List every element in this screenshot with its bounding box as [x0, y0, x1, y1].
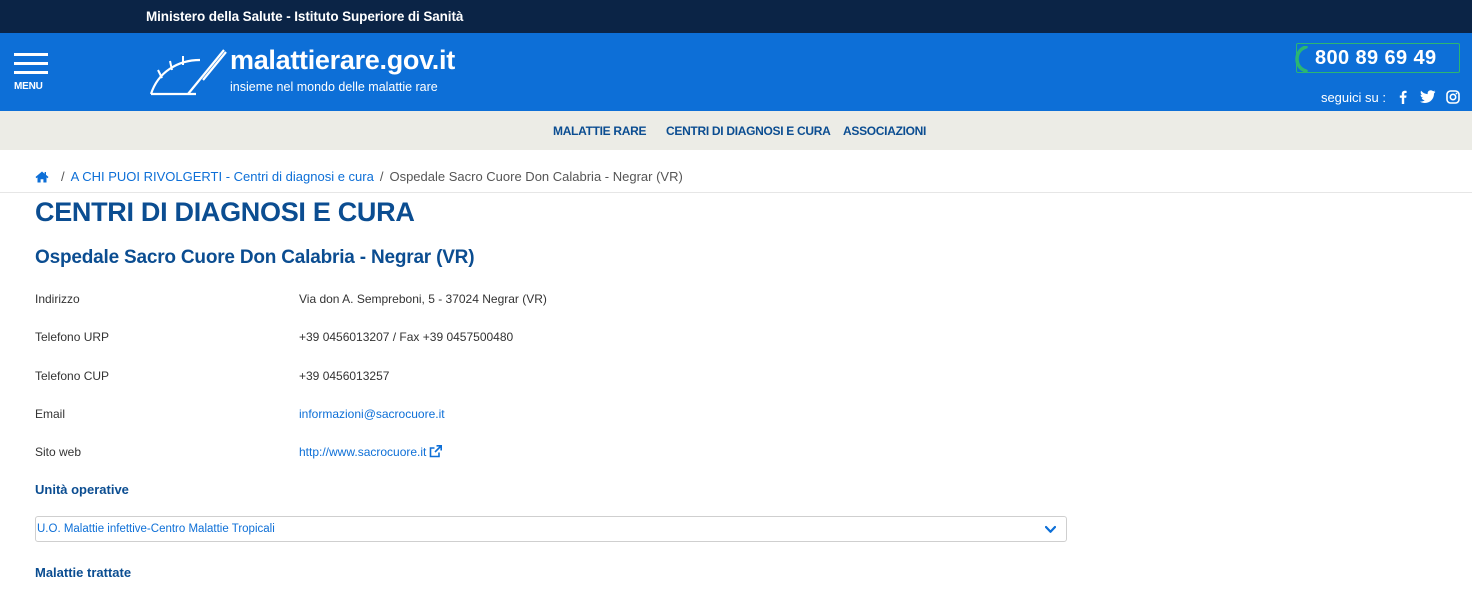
ministry-bar: Ministero della Salute - Istituto Superi…	[0, 0, 1472, 33]
email-label: Email	[35, 407, 66, 421]
logo-subtitle: insieme nel mondo delle malattie rare	[230, 80, 438, 94]
hamburger-line	[14, 62, 48, 65]
email-link[interactable]: informazioni@sacrocuore.it	[299, 407, 445, 421]
hamburger-line	[14, 71, 48, 74]
site-logo[interactable]: malattierare.gov.it insieme nel mondo de…	[148, 44, 468, 100]
menu-button[interactable]: MENU	[14, 51, 50, 95]
breadcrumb-separator: /	[61, 169, 65, 184]
page-title: CENTRI DI DIAGNOSI E CURA	[35, 197, 415, 227]
divider	[0, 192, 1472, 193]
main-nav: MALATTIE RARE CENTRI DI DIAGNOSI E CURA …	[0, 111, 1472, 150]
urp-phone-label: Telefono URP	[35, 330, 110, 344]
cup-phone-value: +39 0456013257	[299, 369, 390, 383]
follow-label: seguici su :	[1320, 89, 1386, 105]
units-heading: Unità operative	[35, 482, 129, 497]
center-name: Ospedale Sacro Cuore Don Calabria - Negr…	[35, 247, 475, 268]
external-link-icon	[430, 445, 443, 458]
breadcrumb-separator: /	[379, 169, 384, 184]
menu-label: MENU	[14, 81, 43, 92]
nav-item-malattie-rare[interactable]: MALATTIE RARE	[553, 124, 647, 138]
instagram-icon[interactable]	[1446, 90, 1460, 104]
breadcrumb-link[interactable]: A CHI PUOI RIVOLGERTI - Centri di diagno…	[71, 169, 374, 184]
website-row[interactable]: http://www.sacrocuore.it	[299, 445, 443, 459]
breadcrumb: / A CHI PUOI RIVOLGERTI - Centri di diag…	[35, 169, 683, 184]
website-link[interactable]: http://www.sacrocuore.it	[299, 445, 426, 459]
logo-title: malattierare.gov.it	[230, 45, 455, 75]
toll-free-phone[interactable]: 800 89 69 49	[1295, 43, 1460, 73]
address-label: Indirizzo	[35, 292, 80, 306]
diseases-heading: Malattie trattate	[35, 565, 132, 580]
cup-phone-label: Telefono CUP	[35, 369, 110, 383]
ministry-text: Ministero della Salute - Istituto Superi…	[146, 9, 464, 24]
twitter-icon[interactable]	[1420, 90, 1436, 104]
site-header: MENU malattierare.gov.it insieme nel mon…	[0, 33, 1472, 111]
urp-phone-value: +39 0456013207 / Fax +39 0457500480	[299, 330, 514, 344]
website-label: Sito web	[35, 445, 82, 459]
breadcrumb-current: Ospedale Sacro Cuore Don Calabria - Negr…	[389, 169, 683, 184]
facebook-icon[interactable]	[1396, 90, 1410, 104]
chevron-down-icon	[1045, 525, 1056, 533]
nav-item-associazioni[interactable]: ASSOCIAZIONI	[843, 124, 926, 138]
operative-unit-select[interactable]: U.O. Malattie infettive-Centro Malattie …	[35, 516, 1067, 542]
hamburger-icon	[14, 53, 48, 56]
nav-item-centri[interactable]: CENTRI DI DIAGNOSI E CURA	[666, 124, 831, 138]
address-value: Via don A. Sempreboni, 5 - 37024 Negrar …	[299, 292, 547, 306]
selected-unit: U.O. Malattie infettive-Centro Malattie …	[37, 523, 275, 535]
social-links: seguici su :	[1321, 89, 1460, 105]
phone-number: 800 89 69 49	[1315, 47, 1437, 69]
sun-logo-icon	[149, 49, 227, 96]
phone-handset-icon	[1295, 46, 1308, 72]
home-icon[interactable]	[35, 171, 49, 183]
